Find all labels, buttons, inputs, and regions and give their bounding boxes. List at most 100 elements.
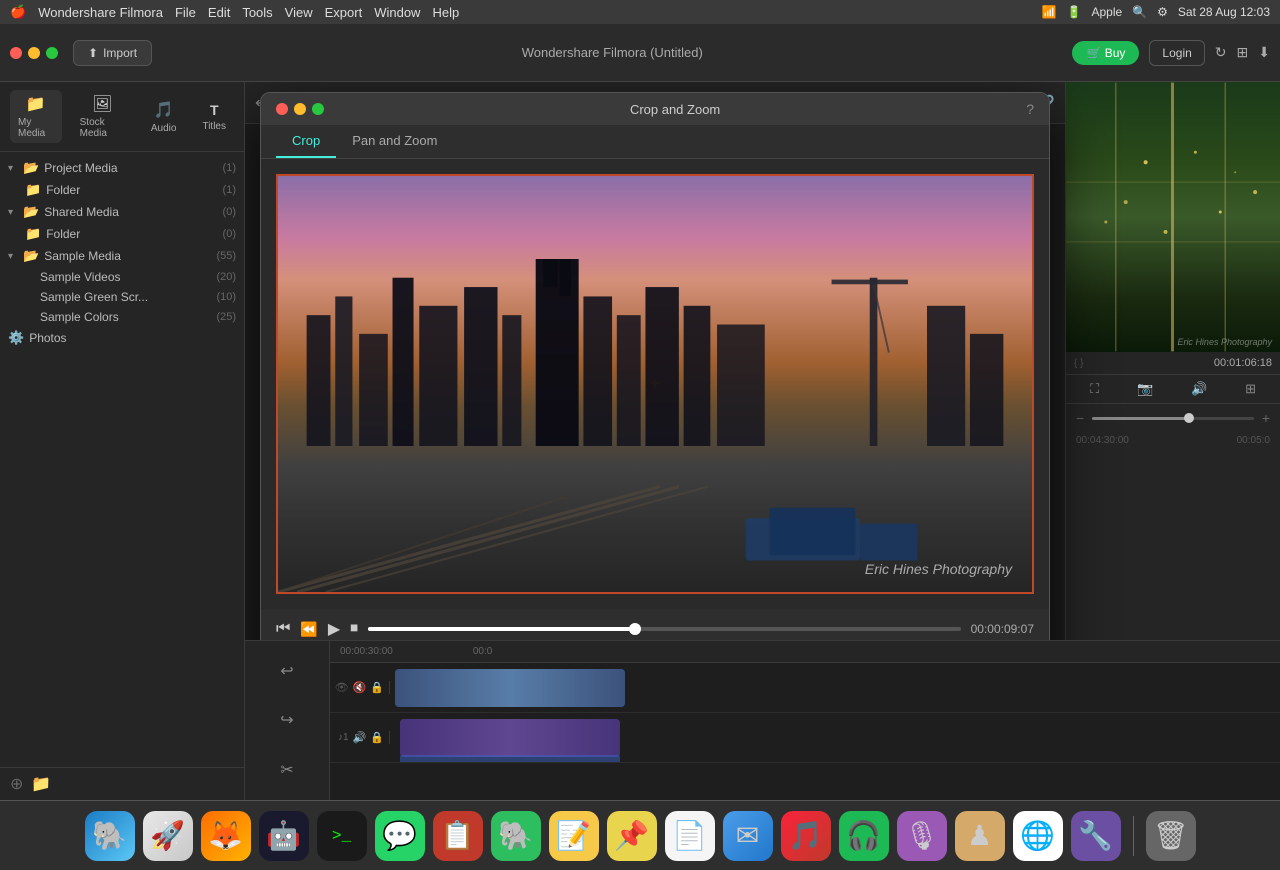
tab-audio[interactable]: 🎵 Audio <box>143 96 185 138</box>
zoom-in-icon[interactable]: + <box>1262 410 1270 426</box>
help-icon[interactable]: ? <box>1026 101 1034 117</box>
music-icon: 🎵 <box>788 819 823 852</box>
panel-timeline-times: 00:04:30:00 00:05:0 <box>1066 432 1280 449</box>
volume-icon[interactable]: 🔊 <box>353 731 367 744</box>
modal-overlay: Crop and Zoom ? Crop Pan and Zoom <box>245 82 1065 640</box>
menu-tools[interactable]: Tools <box>242 5 272 20</box>
audio-clip[interactable] <box>400 719 620 757</box>
volume-tool-button[interactable]: 🔊 <box>1191 381 1207 397</box>
audio-track-number: ♪1 <box>338 732 349 743</box>
progress-bar[interactable] <box>368 627 960 631</box>
tree-photos[interactable]: ⚙️ Photos <box>0 327 244 349</box>
dock-launchpad[interactable]: 🚀 <box>143 811 193 861</box>
in-point-icon: { } <box>1074 358 1083 369</box>
timeline-undo-button[interactable]: ↩ <box>280 661 293 681</box>
mail-icon: ✉ <box>736 819 759 852</box>
modal-minimize-button[interactable] <box>294 103 306 115</box>
close-window-button[interactable] <box>10 47 22 59</box>
tab-pan-zoom[interactable]: Pan and Zoom <box>336 125 453 158</box>
menu-export[interactable]: Export <box>325 5 363 20</box>
lock-icon[interactable]: 🔒 <box>370 681 384 694</box>
chevron-down-icon: ▾ <box>8 251 18 262</box>
download-icon[interactable]: ⬇ <box>1258 44 1270 61</box>
tab-stock-media[interactable]: 🖼 Stock Media <box>72 90 133 143</box>
tab-my-media[interactable]: 📁 My Media <box>10 90 62 143</box>
mute-icon[interactable]: 🔇 <box>353 681 367 694</box>
buy-button[interactable]: 🛒 Buy <box>1072 41 1139 65</box>
status-search[interactable]: 🔍 <box>1132 5 1147 19</box>
menu-edit[interactable]: Edit <box>208 5 230 20</box>
dock-toolbox[interactable]: 🔧 <box>1071 811 1121 861</box>
step-back-button[interactable]: ⏪ <box>300 621 317 638</box>
dock-podcasts[interactable]: 🎙 <box>897 811 947 861</box>
dock-finder[interactable]: 🐘 <box>85 811 135 861</box>
dock-chrome[interactable]: 🌐 <box>1013 811 1063 861</box>
add-media-button[interactable]: ⊕ <box>10 774 23 794</box>
minimize-window-button[interactable] <box>28 47 40 59</box>
dock-stickies[interactable]: 📌 <box>607 811 657 861</box>
video-clip[interactable] <box>395 669 625 707</box>
import-button[interactable]: ⬆ Import <box>73 40 152 66</box>
dock-pockity[interactable]: 📋 <box>433 811 483 861</box>
login-button[interactable]: Login <box>1149 40 1204 66</box>
tree-shared-media[interactable]: ▾ 📂 Shared Media (0) <box>0 201 244 223</box>
tree-sample-colors[interactable]: Sample Colors (25) <box>0 307 244 327</box>
tab-titles[interactable]: T Titles <box>194 98 234 136</box>
dock-whatsapp[interactable]: 💬 <box>375 811 425 861</box>
timeline-cut-button[interactable]: ✂ <box>280 760 293 780</box>
fullscreen-window-button[interactable] <box>46 47 58 59</box>
status-control-center[interactable]: ⚙ <box>1157 5 1168 19</box>
city-skyline-svg <box>278 259 1032 446</box>
timeline-redo-button[interactable]: ↪ <box>280 710 293 730</box>
fullscreen-tool-button[interactable]: ⛶ <box>1090 381 1099 397</box>
tab-crop[interactable]: Crop <box>276 125 336 158</box>
tree-project-folder[interactable]: 📁 Folder (1) <box>0 179 244 201</box>
video-track-content <box>390 663 1280 712</box>
dock-firefox[interactable]: 🦊 <box>201 811 251 861</box>
tree-shared-folder[interactable]: 📁 Folder (0) <box>0 223 244 245</box>
layout-icon[interactable]: ⊞ <box>1237 44 1249 61</box>
timeline: ↩ ↪ ✂ 00:00:30:00 00:0 ⬛1 👁 <box>245 640 1280 800</box>
dock-mail[interactable]: ✉ <box>723 811 773 861</box>
refresh-icon[interactable]: ↻ <box>1215 44 1227 61</box>
zoom-slider-track[interactable] <box>1092 417 1254 420</box>
menu-view[interactable]: View <box>285 5 313 20</box>
video-preview[interactable]: + Eric Hines Photography <box>276 174 1034 594</box>
settings-tool-button[interactable]: ⊞ <box>1245 381 1256 397</box>
menu-help[interactable]: Help <box>432 5 459 20</box>
finder-icon: 🐘 <box>92 819 127 852</box>
toolbox-icon: 🔧 <box>1078 819 1113 852</box>
eye-icon[interactable]: 👁 <box>335 681 349 694</box>
apple-menu[interactable]: 🍎 <box>10 4 26 20</box>
video-time-label: 00:00:09:07 <box>971 622 1034 636</box>
dock-trash[interactable]: 🗑 <box>1146 811 1196 861</box>
prev-frame-button[interactable]: ⏮ <box>276 620 290 638</box>
dock: 🐘 🚀 🦊 🤖 >_ 💬 📋 🐘 📝 📌 📄 ✉ 🎵 🎧 🎙 ♟ 🌐 🔧 🗑 <box>0 800 1280 870</box>
dock-music[interactable]: 🎵 <box>781 811 831 861</box>
dock-notes[interactable]: 📝 <box>549 811 599 861</box>
menu-file[interactable]: File <box>175 5 196 20</box>
dock-terminal[interactable]: >_ <box>317 811 367 861</box>
apple-text: Apple <box>1091 5 1122 19</box>
dock-evernote[interactable]: 🐘 <box>491 811 541 861</box>
dock-android-studio[interactable]: 🤖 <box>259 811 309 861</box>
audio-lock-icon[interactable]: 🔒 <box>370 731 384 744</box>
stop-button[interactable]: ⏹ <box>350 620 358 638</box>
panel-tools: ⛶ 📷 🔊 ⊞ <box>1066 375 1280 404</box>
play-button[interactable]: ▶ <box>328 619 340 639</box>
modal-close-button[interactable] <box>276 103 288 115</box>
folder-button[interactable]: 📁 <box>31 774 51 794</box>
tree-sample-media[interactable]: ▾ 📂 Sample Media (55) <box>0 245 244 267</box>
tree-sample-green[interactable]: Sample Green Scr... (10) <box>0 287 244 307</box>
tree-sample-videos[interactable]: Sample Videos (20) <box>0 267 244 287</box>
modal-maximize-button[interactable] <box>312 103 324 115</box>
my-media-icon: 📁 <box>26 94 46 114</box>
snapshot-tool-button[interactable]: 📷 <box>1137 381 1153 397</box>
textedit-icon: 📄 <box>672 819 707 852</box>
menu-window[interactable]: Window <box>374 5 420 20</box>
zoom-out-icon[interactable]: − <box>1076 410 1084 426</box>
dock-chess[interactable]: ♟ <box>955 811 1005 861</box>
dock-spotify[interactable]: 🎧 <box>839 811 889 861</box>
tree-project-media[interactable]: ▾ 📂 Project Media (1) <box>0 157 244 179</box>
dock-textedit[interactable]: 📄 <box>665 811 715 861</box>
